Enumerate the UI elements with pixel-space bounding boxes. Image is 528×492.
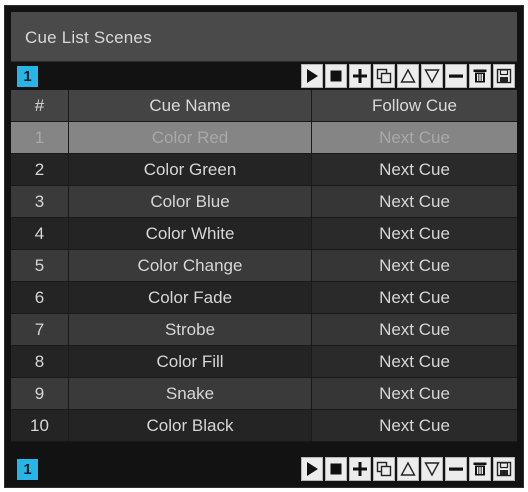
cue-name-cell[interactable]: Snake xyxy=(69,378,312,409)
follow-cue-cell[interactable]: Next Cue xyxy=(312,218,517,249)
cue-number-cell[interactable]: 9 xyxy=(11,378,69,409)
follow-cue-cell[interactable]: Next Cue xyxy=(312,282,517,313)
cue-number-cell[interactable]: 10 xyxy=(11,410,69,441)
delete-cue-button[interactable] xyxy=(469,64,491,88)
follow-cue-cell[interactable]: Next Cue xyxy=(312,346,517,377)
table-row[interactable]: 9 Snake Next Cue xyxy=(11,378,517,410)
cue-name-cell[interactable]: Color Red xyxy=(69,122,312,153)
table-row[interactable]: 3 Color Blue Next Cue xyxy=(11,186,517,218)
cue-number-cell[interactable]: 5 xyxy=(11,250,69,281)
remove-cue-button[interactable] xyxy=(445,64,467,88)
stop-icon xyxy=(329,69,343,83)
table-row[interactable]: 2 Color Green Next Cue xyxy=(11,154,517,186)
cue-name-cell[interactable]: Color Black xyxy=(69,410,312,441)
cue-name-cell[interactable]: Color Blue xyxy=(69,186,312,217)
top-toolbar: 1 xyxy=(11,63,517,90)
play-button[interactable] xyxy=(301,457,323,481)
stop-button[interactable] xyxy=(325,64,347,88)
follow-cue-cell[interactable]: Next Cue xyxy=(312,410,517,441)
minus-icon xyxy=(448,68,464,84)
copy-icon xyxy=(376,461,392,477)
cue-number-cell[interactable]: 2 xyxy=(11,154,69,185)
cue-number-cell[interactable]: 3 xyxy=(11,186,69,217)
cue-number-cell[interactable]: 6 xyxy=(11,282,69,313)
play-icon xyxy=(305,461,319,477)
table-row[interactable]: 10 Color Black Next Cue xyxy=(11,410,517,442)
move-up-button[interactable] xyxy=(397,457,419,481)
plus-icon xyxy=(352,461,368,477)
minus-icon xyxy=(448,461,464,477)
triangle-down-icon xyxy=(424,68,440,84)
trash-icon xyxy=(472,68,488,84)
table-row[interactable]: 6 Color Fade Next Cue xyxy=(11,282,517,314)
cue-table: # Cue Name Follow Cue 1 Color Red Next Cue… xyxy=(11,90,517,442)
table-row[interactable]: 8 Color Fill Next Cue xyxy=(11,346,517,378)
save-button[interactable] xyxy=(493,64,515,88)
cue-number-cell[interactable]: 1 xyxy=(11,122,69,153)
delete-cue-button[interactable] xyxy=(469,457,491,481)
panel-title: Cue List Scenes xyxy=(25,28,152,47)
triangle-down-icon xyxy=(424,461,440,477)
triangle-up-icon xyxy=(400,461,416,477)
move-down-button[interactable] xyxy=(421,457,443,481)
copy-cue-button[interactable] xyxy=(373,457,395,481)
plus-icon xyxy=(352,68,368,84)
table-row[interactable]: 5 Color Change Next Cue xyxy=(11,250,517,282)
table-row[interactable]: 4 Color White Next Cue xyxy=(11,218,517,250)
stop-button[interactable] xyxy=(325,457,347,481)
cue-name-cell[interactable]: Strobe xyxy=(69,314,312,345)
column-header-number[interactable]: # xyxy=(11,90,69,121)
play-icon xyxy=(305,68,319,84)
trash-icon xyxy=(472,461,488,477)
copy-icon xyxy=(376,68,392,84)
follow-cue-cell[interactable]: Next Cue xyxy=(312,378,517,409)
cue-name-cell[interactable]: Color White xyxy=(69,218,312,249)
follow-cue-cell[interactable]: Next Cue xyxy=(312,250,517,281)
play-button[interactable] xyxy=(301,64,323,88)
table-body: 1 Color Red Next Cue 2 Color Green Next Cue 3 C… xyxy=(11,122,517,442)
table-row[interactable]: 1 Color Red Next Cue xyxy=(11,122,517,154)
remove-cue-button[interactable] xyxy=(445,457,467,481)
cue-name-cell[interactable]: Color Fill xyxy=(69,346,312,377)
move-down-button[interactable] xyxy=(421,64,443,88)
follow-cue-cell[interactable]: Next Cue xyxy=(312,186,517,217)
add-cue-button[interactable] xyxy=(349,64,371,88)
column-header-follow-cue[interactable]: Follow Cue xyxy=(312,90,517,121)
page-number-badge[interactable]: 1 xyxy=(17,66,38,87)
panel-title-bar: Cue List Scenes xyxy=(11,12,517,62)
table-header-row: # Cue Name Follow Cue xyxy=(11,90,517,122)
cue-name-cell[interactable]: Color Change xyxy=(69,250,312,281)
tool-group xyxy=(301,64,515,89)
add-cue-button[interactable] xyxy=(349,457,371,481)
copy-cue-button[interactable] xyxy=(373,64,395,88)
page-number-badge[interactable]: 1 xyxy=(17,459,38,480)
follow-cue-cell[interactable]: Next Cue xyxy=(312,154,517,185)
floppy-icon xyxy=(496,461,512,477)
cue-name-cell[interactable]: Color Fade xyxy=(69,282,312,313)
column-header-cue-name[interactable]: Cue Name xyxy=(69,90,312,121)
cue-number-cell[interactable]: 8 xyxy=(11,346,69,377)
stop-icon xyxy=(329,462,343,476)
tool-group xyxy=(301,457,515,482)
follow-cue-cell[interactable]: Next Cue xyxy=(312,314,517,345)
cue-number-cell[interactable]: 4 xyxy=(11,218,69,249)
floppy-icon xyxy=(496,68,512,84)
cue-number-cell[interactable]: 7 xyxy=(11,314,69,345)
bottom-toolbar: 1 xyxy=(11,456,517,483)
follow-cue-cell[interactable]: Next Cue xyxy=(312,122,517,153)
triangle-up-icon xyxy=(400,68,416,84)
save-button[interactable] xyxy=(493,457,515,481)
table-row[interactable]: 7 Strobe Next Cue xyxy=(11,314,517,346)
move-up-button[interactable] xyxy=(397,64,419,88)
cue-name-cell[interactable]: Color Green xyxy=(69,154,312,185)
